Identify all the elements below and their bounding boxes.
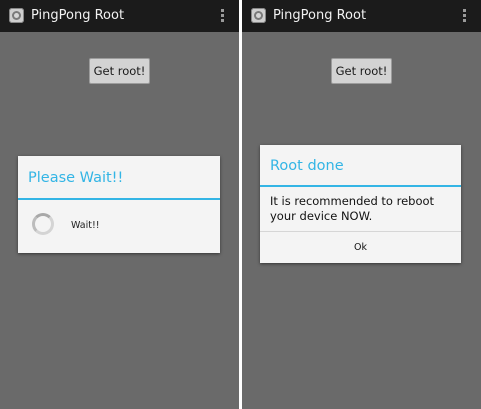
progress-spinner-icon (32, 213, 54, 235)
dialog-divider (260, 185, 461, 187)
overflow-menu-icon[interactable] (221, 9, 225, 23)
screen-please-wait: PingPong Root Get root! Please Wait!! Wa… (0, 0, 239, 409)
app-icon (251, 8, 266, 23)
please-wait-dialog: Please Wait!! Wait!! (18, 156, 220, 253)
app-title: PingPong Root (273, 8, 367, 23)
dialog-message: It is recommended to reboot your device … (270, 194, 435, 223)
dialog-title: Please Wait!! (28, 170, 124, 186)
action-bar: PingPong Root (242, 0, 481, 32)
get-root-button[interactable]: Get root! (89, 58, 150, 84)
dialog-message: Wait!! (71, 220, 100, 231)
app-title: PingPong Root (31, 8, 125, 23)
get-root-button[interactable]: Get root! (331, 58, 392, 84)
action-bar: PingPong Root (0, 0, 239, 32)
dialog-title: Root done (270, 158, 344, 174)
dialog-divider (18, 198, 220, 200)
overflow-menu-icon[interactable] (463, 9, 467, 23)
root-done-dialog: Root done It is recommended to reboot yo… (260, 145, 461, 263)
screen-root-done: PingPong Root Get root! Root done It is … (242, 0, 481, 409)
ok-button[interactable]: Ok (260, 232, 461, 263)
app-icon (9, 8, 24, 23)
